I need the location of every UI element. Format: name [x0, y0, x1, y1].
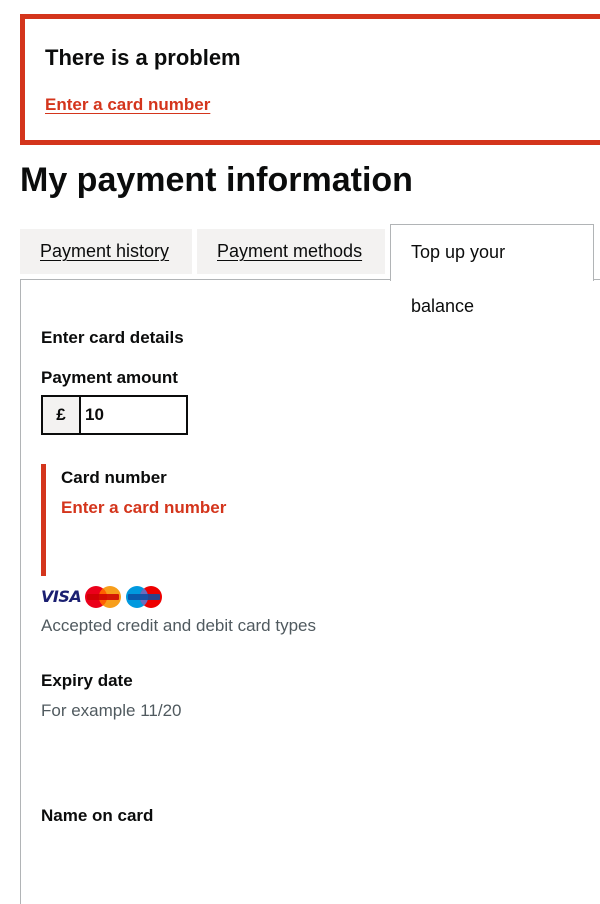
- page-title: My payment information: [20, 161, 413, 199]
- tab-payment-methods[interactable]: Payment methods: [197, 229, 385, 274]
- payment-amount-input[interactable]: [81, 397, 186, 433]
- payment-amount-label: Payment amount: [41, 368, 178, 387]
- payment-amount-field: £: [41, 395, 188, 435]
- card-number-error-message: Enter a card number: [61, 498, 227, 517]
- tab-top-up-balance[interactable]: Top up your balance: [390, 224, 594, 316]
- tab-payment-history[interactable]: Payment history: [20, 229, 192, 274]
- section-heading: Enter card details: [41, 328, 184, 347]
- card-types-hint: Accepted credit and debit card types: [41, 616, 316, 635]
- name-on-card-label: Name on card: [41, 806, 154, 825]
- error-summary-title: There is a problem: [45, 45, 241, 70]
- expiry-date-label: Expiry date: [41, 671, 133, 690]
- card-number-label: Card number: [61, 468, 167, 487]
- mastercard-logo-icon: [85, 586, 122, 608]
- tab-label: Payment methods: [217, 241, 363, 261]
- error-summary: There is a problem Enter a card number: [20, 14, 600, 145]
- error-summary-link[interactable]: Enter a card number: [45, 95, 210, 115]
- card-logos: VISA: [41, 585, 163, 609]
- visa-logo-icon: VISA: [41, 587, 82, 606]
- tab-label: Payment history: [40, 241, 170, 261]
- expiry-date-hint: For example 11/20: [41, 701, 182, 720]
- card-number-error-bar: [41, 464, 46, 576]
- currency-prefix: £: [43, 397, 81, 433]
- maestro-logo-icon: [126, 586, 163, 608]
